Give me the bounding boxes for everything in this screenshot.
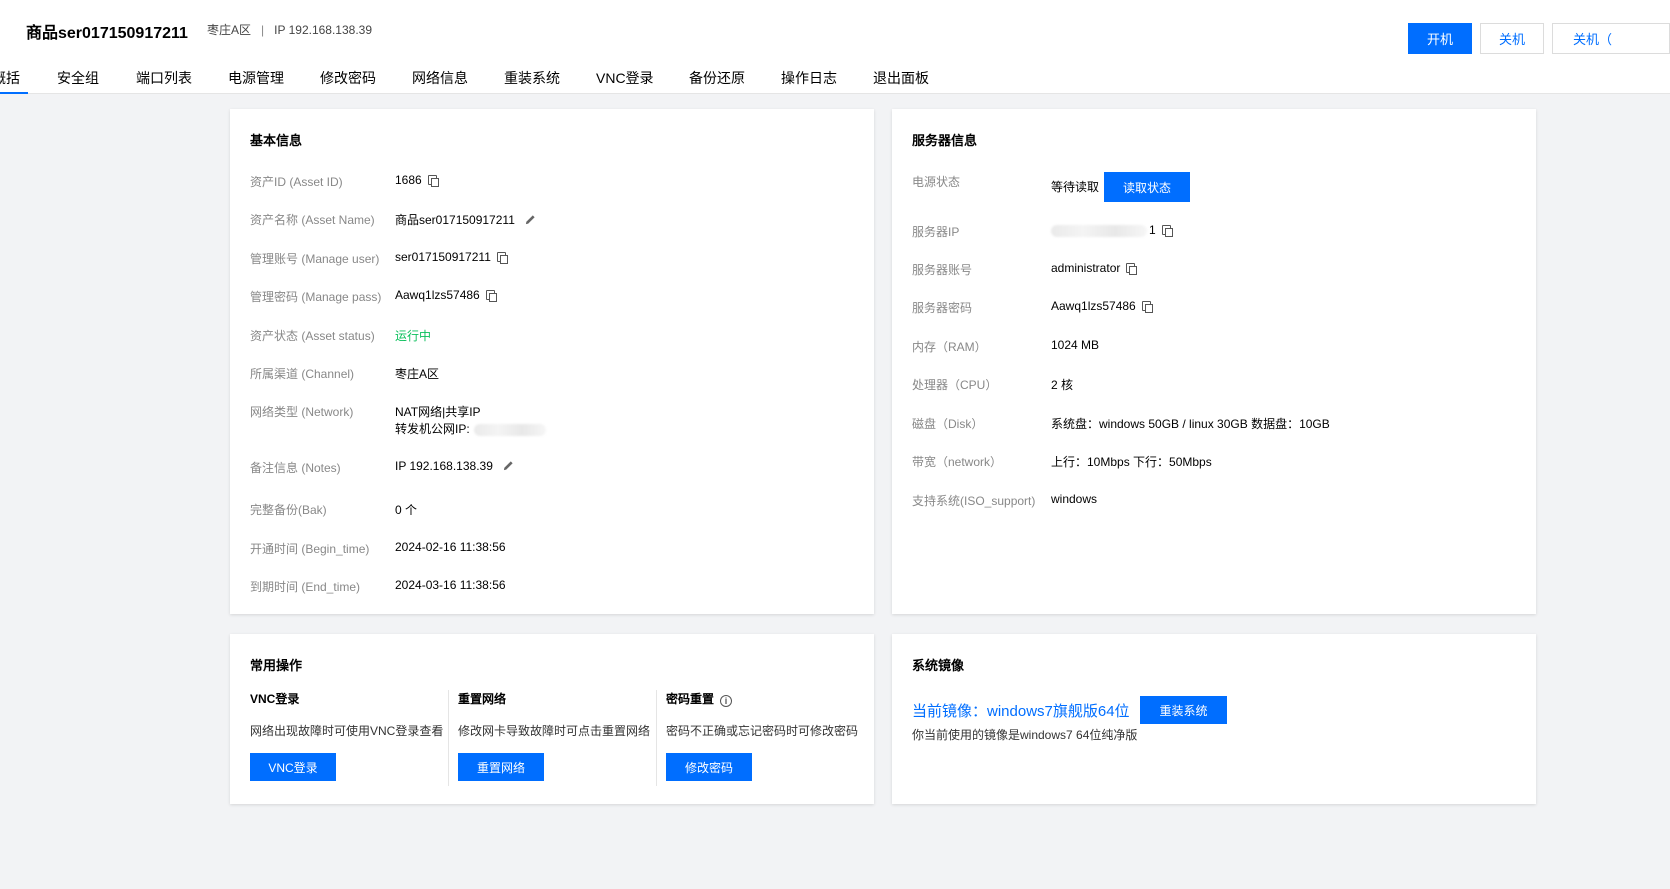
meta-separator: | bbox=[261, 23, 265, 37]
asset-name-value: 商品ser017150917211 bbox=[395, 211, 536, 228]
asset-id-label: 资产ID (Asset ID) bbox=[250, 175, 343, 189]
reset-network-button[interactable]: 重置网络 bbox=[458, 753, 544, 781]
op-reset-password-desc: 密码不正确或忘记密码时可修改密码 bbox=[666, 724, 859, 738]
op-reset-network-desc: 修改网卡导致故障时可点击重置网络 bbox=[458, 724, 651, 738]
tab-port-list[interactable]: 端口列表 bbox=[136, 68, 192, 94]
basic-info-title: 基本信息 bbox=[250, 133, 303, 148]
begin-time-label: 开通时间 (Begin_time) bbox=[250, 542, 370, 556]
current-image-text: 当前镜像：windows7旗舰版64位 bbox=[912, 703, 1130, 720]
copy-icon[interactable] bbox=[485, 290, 497, 302]
copy-icon[interactable] bbox=[1141, 301, 1153, 313]
server-password-label: 服务器密码 bbox=[912, 301, 973, 315]
channel-value: 枣庄A区 bbox=[395, 367, 440, 381]
op-reset-password: 密码重置 i 密码不正确或忘记密码时可修改密码 修改密码 bbox=[666, 690, 866, 805]
channel-label: 所属渠道 (Channel) bbox=[250, 367, 355, 381]
backup-label: 完整备份(Bak) bbox=[250, 503, 327, 517]
copy-icon[interactable] bbox=[1161, 225, 1173, 237]
bandwidth-value: 上行：10Mbps 下行：50Mbps bbox=[1051, 455, 1212, 469]
tab-reinstall-system[interactable]: 重装系统 bbox=[504, 68, 560, 94]
server-ip-label: 服务器IP bbox=[912, 225, 960, 239]
op-reset-password-title: 密码重置 i bbox=[666, 690, 733, 707]
server-ip-value: 1 bbox=[1051, 223, 1173, 237]
channel-text: 枣庄A区 bbox=[207, 23, 252, 37]
disk-value: 系统盘：windows 50GB / linux 30GB 数据盘：10GB bbox=[1051, 417, 1330, 431]
op-vnc-title: VNC登录 bbox=[250, 692, 300, 706]
page-header: 商品ser017150917211 枣庄A区 | IP 192.168.138.39… bbox=[0, 0, 1670, 94]
manage-pass-label: 管理密码 (Manage pass) bbox=[250, 290, 382, 304]
iso-support-value: windows bbox=[1051, 492, 1098, 506]
cpu-value: 2 核 bbox=[1051, 378, 1074, 392]
divider bbox=[656, 690, 657, 786]
manage-user-value: ser017150917211 bbox=[395, 250, 508, 264]
copy-icon[interactable] bbox=[1126, 263, 1138, 275]
op-reset-network-title: 重置网络 bbox=[458, 692, 507, 706]
backup-value: 0 个 bbox=[395, 503, 418, 517]
tab-change-password[interactable]: 修改密码 bbox=[320, 68, 376, 94]
iso-support-label: 支持系统(ISO_support) bbox=[912, 494, 1036, 508]
op-vnc-desc: 网络出现故障时可使用VNC登录查看 bbox=[250, 724, 444, 738]
asset-id-value: 1686 bbox=[395, 173, 439, 187]
tab-operation-log[interactable]: 操作日志 bbox=[781, 68, 837, 94]
page-title: 商品ser017150917211 bbox=[26, 25, 188, 42]
common-ops-card: 常用操作 VNC登录 网络出现故障时可使用VNC登录查看 VNC登录 重置网络 … bbox=[230, 634, 874, 804]
server-info-card: 服务器信息 电源状态 等待读取 读取状态 服务器IP 1 服务器账号 admin… bbox=[892, 109, 1536, 614]
tab-security-group[interactable]: 安全组 bbox=[57, 68, 99, 94]
cpu-label: 处理器（CPU） bbox=[912, 378, 998, 392]
tab-network-info[interactable]: 网络信息 bbox=[412, 68, 468, 94]
server-account-value: administrator bbox=[1051, 261, 1138, 275]
redacted-ip bbox=[1051, 224, 1147, 237]
power-status-value: 等待读取 bbox=[1051, 180, 1100, 194]
edit-icon[interactable] bbox=[503, 460, 514, 471]
manage-user-label: 管理账号 (Manage user) bbox=[250, 252, 380, 266]
server-password-value: Aawq1lzs57486 bbox=[1051, 299, 1153, 313]
end-time-value: 2024-03-16 11:38:56 bbox=[395, 578, 506, 592]
system-image-title: 系统镜像 bbox=[912, 658, 965, 673]
asset-name-label: 资产名称 (Asset Name) bbox=[250, 213, 375, 227]
network-label: 网络类型 (Network) bbox=[250, 405, 354, 419]
system-image-card: 系统镜像 当前镜像：windows7旗舰版64位 重装系统 你当前使用的镜像是w… bbox=[892, 634, 1536, 804]
op-vnc: VNC登录 网络出现故障时可使用VNC登录查看 VNC登录 bbox=[250, 690, 450, 805]
tab-backup-restore[interactable]: 备份还原 bbox=[689, 68, 745, 94]
tab-power-management[interactable]: 电源管理 bbox=[228, 68, 284, 94]
ram-label: 内存（RAM） bbox=[912, 340, 987, 354]
info-icon[interactable]: i bbox=[720, 695, 733, 707]
power-off-button[interactable]: 关机 bbox=[1480, 23, 1544, 54]
begin-time-value: 2024-02-16 11:38:56 bbox=[395, 540, 506, 554]
end-time-label: 到期时间 (End_time) bbox=[250, 580, 361, 594]
copy-icon[interactable] bbox=[427, 175, 439, 187]
bandwidth-label: 带宽（network） bbox=[912, 455, 1003, 469]
basic-info-card: 基本信息 资产ID (Asset ID) 1686 资产名称 (Asset Na… bbox=[230, 109, 874, 614]
server-info-title: 服务器信息 bbox=[912, 133, 978, 148]
notes-value: IP 192.168.138.39 bbox=[395, 459, 514, 473]
forward-public-ip: 转发机公网IP: bbox=[395, 420, 546, 437]
current-image-desc: 你当前使用的镜像是windows7 64位纯净版 bbox=[912, 728, 1138, 742]
ip-text: IP 192.168.138.39 bbox=[274, 23, 373, 37]
header-meta: 枣庄A区 | IP 192.168.138.39 bbox=[207, 21, 372, 38]
tab-overview[interactable]: 概括 bbox=[0, 68, 28, 94]
read-status-button[interactable]: 读取状态 bbox=[1104, 172, 1190, 202]
disk-label: 磁盘（Disk） bbox=[912, 417, 984, 431]
power-on-button[interactable]: 开机 bbox=[1408, 23, 1472, 54]
manage-pass-value: Aawq1lzs57486 bbox=[395, 288, 497, 302]
asset-status-value: 运行中 bbox=[395, 329, 432, 343]
ram-value: 1024 MB bbox=[1051, 338, 1100, 352]
op-reset-network: 重置网络 修改网卡导致故障时可点击重置网络 重置网络 bbox=[458, 690, 658, 805]
power-status-label: 电源状态 bbox=[912, 175, 961, 189]
notes-label: 备注信息 (Notes) bbox=[250, 461, 341, 475]
common-ops-title: 常用操作 bbox=[250, 658, 303, 673]
redacted-ip bbox=[473, 423, 546, 436]
reinstall-system-button[interactable]: 重装系统 bbox=[1140, 696, 1227, 724]
network-value: NAT网络|共享IP bbox=[395, 405, 481, 419]
tab-vnc-login[interactable]: VNC登录 bbox=[596, 68, 654, 94]
change-password-button[interactable]: 修改密码 bbox=[666, 753, 752, 781]
asset-status-label: 资产状态 (Asset status) bbox=[250, 329, 375, 343]
vnc-login-button[interactable]: VNC登录 bbox=[250, 753, 336, 781]
divider bbox=[448, 690, 449, 786]
tab-exit-panel[interactable]: 退出面板 bbox=[873, 68, 929, 94]
copy-icon[interactable] bbox=[496, 252, 508, 264]
server-account-label: 服务器账号 bbox=[912, 263, 973, 277]
edit-icon[interactable] bbox=[525, 214, 536, 225]
force-power-off-button[interactable]: 关机（ bbox=[1552, 23, 1670, 54]
